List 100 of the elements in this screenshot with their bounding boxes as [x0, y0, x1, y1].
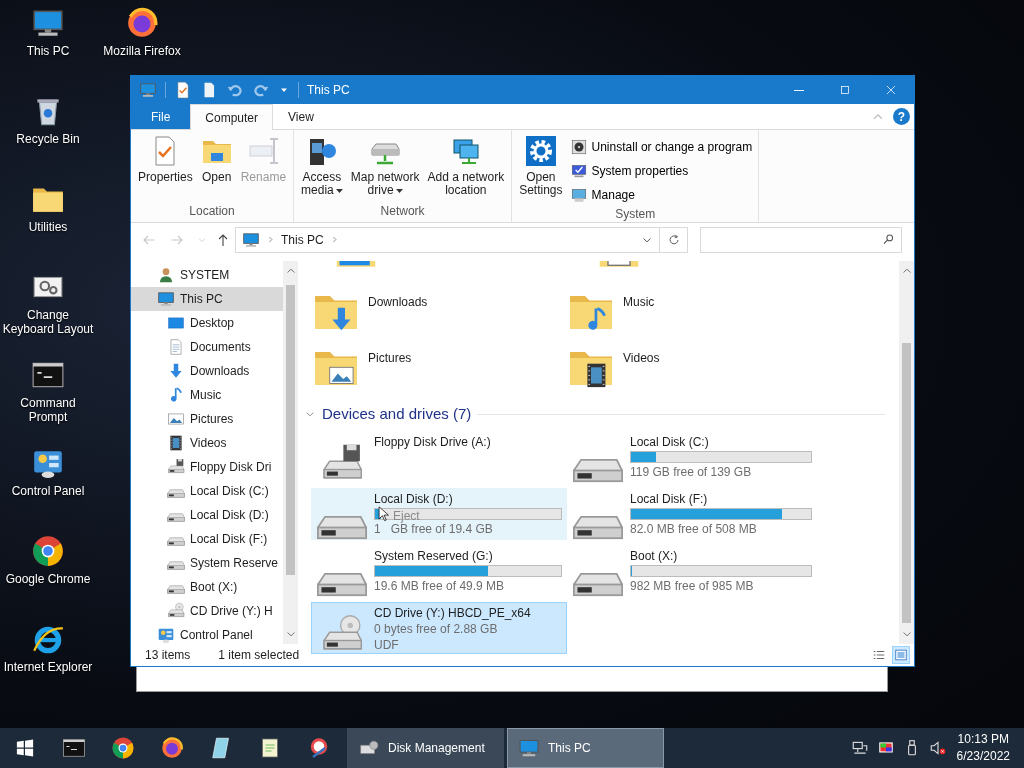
breadcrumb[interactable]: This PC: [281, 230, 324, 249]
free-space-text: 119 GB free of 139 GB: [630, 464, 752, 480]
help-button[interactable]: ?: [893, 108, 910, 125]
taskbar-window-button[interactable]: This PC: [507, 728, 664, 768]
muted-speaker-icon[interactable]: [928, 739, 947, 757]
icon-label: Mozilla Firefox: [103, 44, 181, 59]
ribbon-command[interactable]: Map network drive: [347, 133, 423, 202]
ribbon-command[interactable]: Manage: [567, 185, 755, 205]
nav-item[interactable]: System Reserve: [131, 551, 283, 575]
nav-item[interactable]: Desktop: [131, 311, 283, 335]
disc-drive-icon: [167, 602, 185, 620]
nav-item[interactable]: Floppy Disk Dri: [131, 455, 283, 479]
minimize-icon: [794, 89, 804, 91]
drive-icon: [572, 458, 624, 483]
search-icon: [882, 233, 895, 246]
desktop-icon: [167, 314, 185, 332]
nav-item[interactable]: Control Panel: [131, 623, 283, 644]
drive-icon: [316, 572, 368, 597]
computer-icon: [569, 186, 588, 204]
scrollbar-thumb[interactable]: [286, 285, 295, 575]
fox-globe-icon[interactable]: [125, 6, 159, 40]
folder-tile[interactable]: Videos: [567, 343, 822, 391]
tiles-view-button[interactable]: [892, 646, 910, 664]
window-title: This PC: [307, 82, 350, 99]
nav-item[interactable]: Pictures: [131, 407, 283, 431]
selection-count: 1 item selected: [218, 647, 300, 664]
ribbon-command[interactable]: Uninstall or change a program: [567, 137, 755, 157]
drive-tile[interactable]: Local Disk (C:) 119 GB free of 139 GB: [567, 431, 817, 483]
computer-icon: [242, 230, 260, 249]
ribbon-command[interactable]: Open: [197, 133, 236, 202]
drive-name: CD Drive (Y:) HBCD_PE_x64: [374, 605, 532, 621]
ribbon-command[interactable]: Properties: [135, 133, 196, 202]
drive-tile[interactable]: Floppy Disk Drive (A:): [311, 431, 567, 483]
control-panel-icon: [157, 626, 175, 644]
drive-tile[interactable]: System Reserved (G:) 19.6 MB free of 49.9 MB: [311, 545, 567, 597]
taskbar-window-button[interactable]: Disk Management: [347, 728, 504, 768]
windows-logo-icon: [14, 738, 35, 758]
ribbon-tab[interactable]: File: [131, 104, 191, 129]
section-header[interactable]: Devices and drives (7): [322, 402, 472, 426]
nav-item[interactable]: Music: [131, 383, 283, 407]
properties-icon[interactable]: [174, 81, 192, 99]
ribbon-tab[interactable]: View: [273, 104, 329, 129]
drive-icon: [167, 489, 185, 498]
scrollbar-thumb[interactable]: [902, 343, 911, 623]
drive-icon: [167, 513, 185, 522]
fox-globe-icon[interactable]: [159, 736, 184, 760]
ribbon-command[interactable]: Add a network location: [424, 133, 508, 202]
nav-item[interactable]: Local Disk (D:): [131, 503, 283, 527]
nav-item[interactable]: Local Disk (C:): [131, 479, 283, 503]
icon-label: Google Chrome: [5, 572, 91, 587]
drive-tile[interactable]: Local Disk (F:) 82.0 MB free of 508 MB: [567, 488, 817, 540]
drive-icon: [572, 572, 624, 597]
chrome-browser-icon[interactable]: [31, 534, 65, 568]
drive-icon: [167, 561, 185, 570]
free-space-text: 19.6 MB free of 49.9 MB: [374, 578, 505, 594]
drive-tile[interactable]: Local Disk (D:) Eject 1 GB free of 19.4 GB: [311, 488, 567, 540]
film-icon: [167, 434, 185, 452]
computer-icon: [518, 737, 540, 759]
nav-item[interactable]: Videos: [131, 431, 283, 455]
terminal-icon[interactable]: [61, 736, 86, 760]
free-space-text: 0 bytes free of 2.88 GB: [374, 621, 498, 637]
group-label: Location: [188, 203, 236, 220]
search-field[interactable]: [700, 226, 902, 253]
caret-icon: [335, 189, 343, 193]
network-icon[interactable]: [850, 739, 869, 757]
ribbon-command[interactable]: Open Settings: [516, 133, 566, 205]
drive-icon: [572, 515, 624, 540]
item-count: 13 items: [145, 647, 191, 664]
icon-label: Control Panel: [11, 484, 85, 499]
icon-label: This PC: [26, 44, 70, 59]
nav-item[interactable]: This PC: [131, 287, 283, 311]
drive-icon: [167, 585, 185, 594]
nav-item[interactable]: SYSTEM: [131, 263, 283, 287]
file-system-text: UDF: [374, 637, 400, 653]
clock[interactable]: 10:13 PM 6/23/2022: [956, 731, 1010, 765]
list-icon: [872, 648, 886, 662]
rename-field-icon: [247, 135, 280, 167]
drive-name: Floppy Disk Drive (A:): [374, 434, 492, 450]
chevron-icon: [266, 235, 275, 244]
group-label: System: [614, 206, 657, 223]
nav-item[interactable]: Boot (X:): [131, 575, 283, 599]
refresh-button[interactable]: [660, 226, 688, 253]
nav-item[interactable]: Downloads: [131, 359, 283, 383]
folder-tile[interactable]: Pictures: [312, 343, 567, 391]
nav-item[interactable]: CD Drive (Y:) H: [131, 599, 283, 623]
folder-tile[interactable]: Downloads: [312, 287, 567, 335]
drive-icon: [316, 515, 368, 540]
nav-item[interactable]: Documents: [131, 335, 283, 359]
address-bar[interactable]: This PC: [235, 226, 660, 253]
drive-name: Local Disk (C:): [630, 434, 710, 450]
ribbon-tab[interactable]: Computer: [190, 104, 274, 130]
chrome-browser-icon[interactable]: [110, 736, 135, 760]
free-space-text: 82.0 MB free of 508 MB: [630, 521, 757, 537]
mouse-cursor-icon: [378, 505, 389, 523]
drive-tile[interactable]: CD Drive (Y:) HBCD_PE_x64 0 bytes free of 2.88 GB UDF: [311, 602, 567, 654]
folder-tile[interactable]: Music: [567, 287, 822, 335]
nav-item[interactable]: Local Disk (F:): [131, 527, 283, 551]
ribbon-command[interactable]: Access media: [298, 133, 346, 202]
drive-tile[interactable]: Boot (X:) 982 MB free of 985 MB: [567, 545, 817, 597]
ribbon-command[interactable]: System properties: [567, 161, 755, 181]
